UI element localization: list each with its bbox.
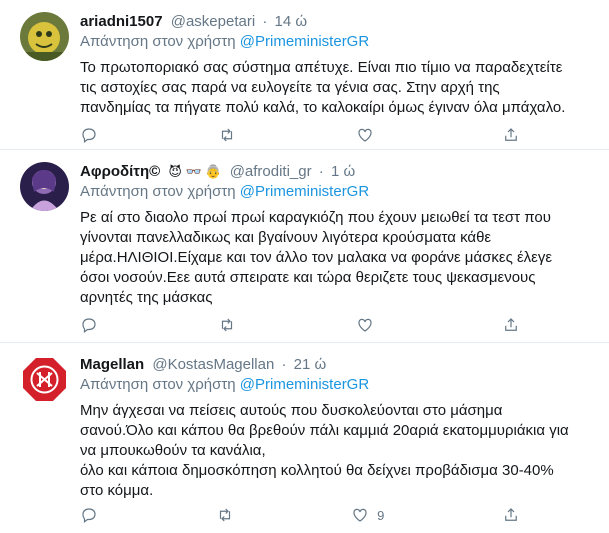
tweet-text-line: Ρε αί στο διαολο πρωί πρωί καραγκιόζη πο… bbox=[80, 209, 551, 226]
reply-context: Απάντηση στον χρήστη @PrimeministerGR bbox=[80, 375, 599, 395]
name-emojis: 😈 👓 👵 bbox=[168, 164, 222, 179]
timestamp[interactable]: 21 ώ bbox=[294, 356, 327, 373]
tweet-text-line: όλο και κάποια δημοσκόπηση κολλητού θα δ… bbox=[80, 462, 554, 479]
tweet-actions: 9 bbox=[80, 505, 520, 525]
avatar[interactable] bbox=[20, 12, 69, 61]
tweet-actions bbox=[80, 125, 520, 145]
tweet-text-line: όσοι νοσούν.Εεε αυτά σπειρατε και τώρα θ… bbox=[80, 269, 536, 286]
heart-icon bbox=[358, 128, 372, 142]
tweet-text-line: μέρα.ΗΛΙΘΙΟΙ.Είχαμε και τον άλλο τον μαλ… bbox=[80, 249, 553, 266]
retweet-icon bbox=[221, 128, 233, 142]
heart-icon bbox=[353, 508, 367, 522]
reply-prefix: Απάντηση στον χρήστη bbox=[80, 33, 236, 50]
tweet[interactable]: ariadni1507 @askepetari · 14 ώ Απάντηση … bbox=[0, 0, 609, 150]
author-name[interactable]: Αφροδίτη© bbox=[80, 163, 160, 180]
reply-icon bbox=[82, 508, 96, 523]
tweet[interactable]: Αφροδίτη© 😈 👓 👵 @afroditi_gr · 1 ώ Απάντ… bbox=[0, 150, 609, 343]
tweet-text: Μην άγχεσαι να πείσεις αυτούς που δυσκολ… bbox=[80, 401, 599, 501]
reply-prefix: Απάντηση στον χρήστη bbox=[80, 183, 236, 200]
tweet-text-line: στο κόμμα. bbox=[80, 482, 154, 499]
avatar[interactable] bbox=[20, 162, 69, 211]
avatar[interactable] bbox=[20, 355, 69, 404]
share-icon bbox=[505, 128, 517, 141]
timestamp[interactable]: 14 ώ bbox=[275, 13, 308, 30]
reply-button[interactable] bbox=[80, 316, 98, 334]
mention-link[interactable]: @PrimeministerGR bbox=[240, 33, 369, 50]
like-count: 9 bbox=[377, 507, 385, 523]
tweet-text-line: πανδημίας τα πήγατε πολύ καλά, το καλοκα… bbox=[80, 99, 566, 116]
like-button[interactable] bbox=[356, 316, 382, 334]
tweet-text-line: τις αστοχίες σας παρά να ευλογείτε τα γέ… bbox=[80, 79, 500, 96]
separator-dot: · bbox=[281, 356, 287, 373]
mention-link[interactable]: @PrimeministerGR bbox=[240, 376, 369, 393]
reply-context: Απάντηση στον χρήστη @PrimeministerGR bbox=[80, 182, 599, 202]
author-handle[interactable]: @KostasMagellan bbox=[152, 356, 274, 373]
tweet-text-line: Μην άγχεσαι να πείσεις αυτούς που δυσκολ… bbox=[80, 402, 503, 419]
heart-icon bbox=[358, 318, 372, 332]
like-button[interactable] bbox=[356, 126, 382, 144]
tweet-text-line: αρνητές της μάσκας bbox=[80, 289, 213, 306]
retweet-button[interactable] bbox=[218, 126, 236, 144]
share-button[interactable] bbox=[502, 126, 520, 144]
mention-link[interactable]: @PrimeministerGR bbox=[240, 183, 369, 200]
author-name[interactable]: ariadni1507 bbox=[80, 13, 163, 30]
tweet-text-line: γίνονται πανελλαδικως και βγαίνουν λιγότ… bbox=[80, 229, 492, 246]
reply-icon bbox=[82, 318, 96, 333]
reply-prefix: Απάντηση στον χρήστη bbox=[80, 376, 236, 393]
tweet-text-line: να μπουκωθούν τα κανάλια, bbox=[80, 442, 266, 459]
retweet-icon bbox=[221, 318, 233, 332]
share-icon bbox=[505, 508, 517, 521]
timestamp[interactable]: 1 ώ bbox=[331, 163, 355, 180]
reply-button[interactable] bbox=[80, 506, 98, 524]
tweet-text: Το πρωτοποριακό σας σύστημα απέτυχε. Είν… bbox=[80, 58, 599, 118]
author-name[interactable]: Magellan bbox=[80, 356, 144, 373]
tweet-actions bbox=[80, 315, 520, 335]
retweet-icon bbox=[219, 508, 230, 522]
share-button[interactable] bbox=[502, 506, 520, 524]
tweet[interactable]: Magellan @KostasMagellan · 21 ώ Απάντηση… bbox=[0, 343, 609, 533]
reply-icon bbox=[82, 128, 96, 143]
separator-dot: · bbox=[318, 163, 324, 180]
like-button[interactable]: 9 bbox=[351, 506, 384, 524]
share-button[interactable] bbox=[502, 316, 520, 334]
reply-context: Απάντηση στον χρήστη @PrimeministerGR bbox=[80, 32, 599, 52]
retweet-button[interactable] bbox=[218, 316, 236, 334]
reply-button[interactable] bbox=[80, 126, 98, 144]
author-handle[interactable]: @askepetari bbox=[171, 13, 255, 30]
separator-dot: · bbox=[262, 13, 268, 30]
retweet-button[interactable] bbox=[216, 506, 234, 524]
author-handle[interactable]: @afroditi_gr bbox=[230, 163, 312, 180]
tweet-text-line: σανού.Όλο και κάπου θα βρεθούν πάλι καμμ… bbox=[80, 422, 569, 439]
tweet-text-line: Το πρωτοποριακό σας σύστημα απέτυχε. Είν… bbox=[80, 59, 563, 76]
share-icon bbox=[505, 318, 517, 331]
tweet-text: Ρε αί στο διαολο πρωί πρωί καραγκιόζη πο… bbox=[80, 208, 599, 308]
